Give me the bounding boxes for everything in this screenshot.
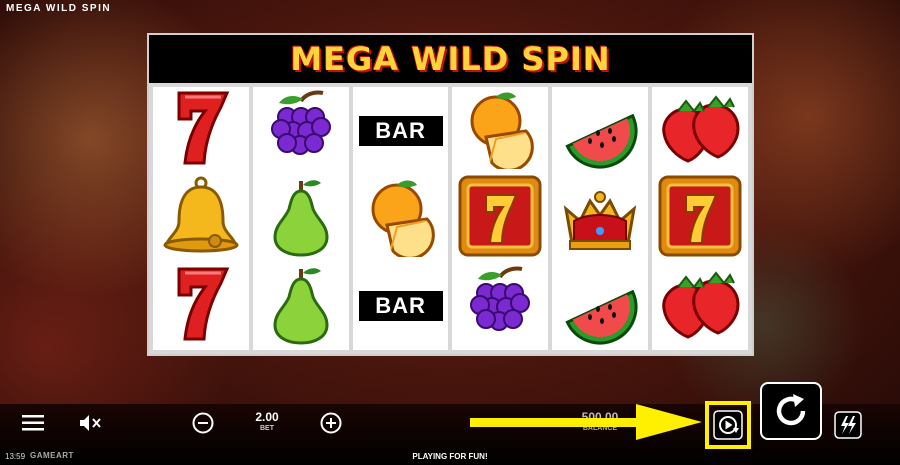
reel-4	[452, 87, 549, 350]
strawberries-symbol-icon	[656, 263, 744, 350]
reel-cell	[552, 87, 648, 175]
clock: 13:59	[5, 452, 26, 461]
reel-cell	[153, 262, 249, 350]
seven-framed-symbol-icon	[456, 175, 544, 262]
provider-logo: GAMEART	[30, 451, 74, 460]
bet-value: 2.00	[255, 410, 279, 424]
seven-symbol-icon	[157, 87, 245, 174]
play-mode-message: PLAYING FOR FUN!	[412, 452, 488, 461]
reel-cell	[452, 175, 548, 263]
seven-framed-symbol-icon	[656, 175, 744, 262]
bell-symbol-icon	[157, 175, 245, 262]
watermelon-symbol-icon	[556, 263, 644, 350]
bet-label: BET	[260, 425, 274, 432]
bet-increase-button[interactable]	[320, 412, 342, 434]
grapes-symbol-icon	[257, 87, 345, 174]
reel-cell	[253, 175, 349, 263]
plus-circle-icon	[320, 412, 342, 434]
spin-refresh-icon	[776, 394, 806, 426]
seven-symbol-icon	[157, 263, 245, 350]
title-banner: MEGA WILD SPIN	[149, 35, 752, 83]
slot-machine: MEGA WILD SPIN BAR BAR	[147, 33, 754, 356]
reel-3: BAR BAR	[352, 87, 449, 350]
hamburger-icon	[22, 415, 44, 431]
menu-button[interactable]	[22, 414, 44, 432]
reel-2	[252, 87, 349, 350]
reel-cell	[652, 262, 748, 350]
minus-circle-icon	[192, 412, 214, 434]
reel-cell	[452, 262, 548, 350]
turbo-button[interactable]	[834, 411, 862, 439]
pointer-arrow-icon	[470, 404, 702, 440]
reel-cell	[153, 175, 249, 263]
reel-cell: BAR	[353, 87, 449, 175]
pear-symbol-icon	[257, 263, 345, 350]
reel-1	[153, 87, 249, 350]
crown-symbol-icon	[556, 175, 644, 262]
bar-symbol: BAR	[358, 291, 443, 322]
game-title: MEGA WILD SPIN	[6, 3, 112, 14]
orange-symbol-icon	[357, 175, 445, 262]
reel-6	[652, 87, 748, 350]
watermelon-symbol-icon	[556, 87, 644, 174]
reels: BAR BAR	[153, 87, 748, 350]
reel-cell	[552, 175, 648, 263]
orange-symbol-icon	[456, 87, 544, 174]
reel-cell	[253, 262, 349, 350]
reel-cell: BAR	[353, 262, 449, 350]
sound-toggle-button[interactable]	[78, 413, 102, 433]
reel-cell	[652, 87, 748, 175]
autoplay-icon	[713, 410, 743, 440]
reel-cell	[452, 87, 548, 175]
banner-title: MEGA WILD SPIN	[290, 40, 611, 78]
mute-icon	[80, 415, 101, 431]
lightning-icon	[834, 411, 862, 439]
bet-decrease-button[interactable]	[192, 412, 214, 434]
pear-symbol-icon	[257, 175, 345, 262]
reel-cell	[552, 262, 648, 350]
reel-cell	[153, 87, 249, 175]
strawberries-symbol-icon	[656, 87, 744, 174]
reel-5	[552, 87, 649, 350]
autoplay-button[interactable]	[713, 409, 743, 441]
reel-cell	[652, 175, 748, 263]
grapes-symbol-icon	[456, 263, 544, 350]
reel-cell	[353, 175, 449, 263]
spin-button[interactable]	[760, 382, 822, 440]
reel-cell	[253, 87, 349, 175]
bar-symbol: BAR	[358, 115, 443, 146]
